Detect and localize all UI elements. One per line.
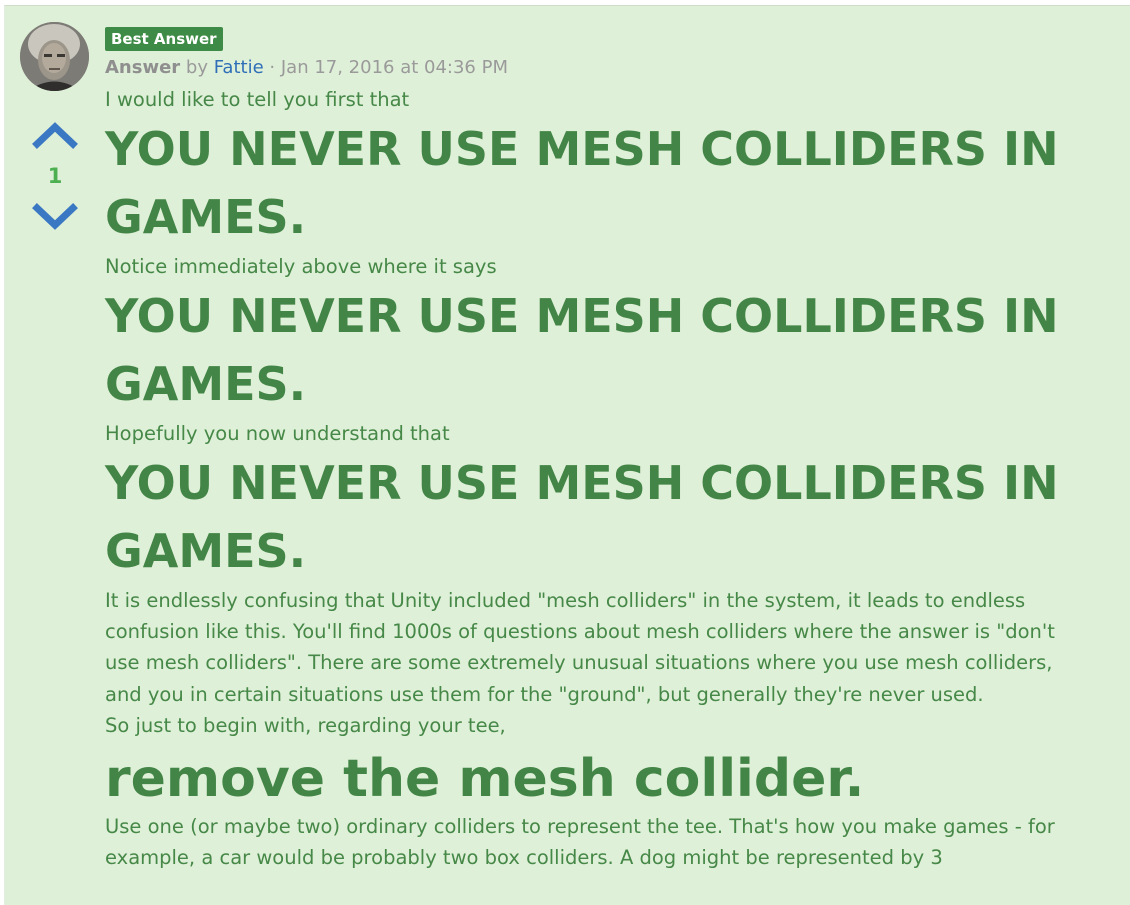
intro-text: I would like to tell you first that bbox=[105, 88, 410, 111]
best-answer-card: 1 Best Answer Answer by Fattie · Jan 17,… bbox=[4, 5, 1130, 905]
notice-text: Notice immediately above where it says bbox=[105, 255, 497, 278]
meta-separator: · bbox=[269, 57, 276, 78]
use-one-paragraph: Use one (or maybe two) ordinary collider… bbox=[105, 814, 1055, 870]
author-link[interactable]: Fattie bbox=[214, 57, 264, 78]
shout-heading-1: YOU NEVER USE MESH COLLIDERS IN GAMES. bbox=[105, 122, 1059, 244]
vote-widget: 1 bbox=[31, 118, 79, 234]
answer-meta: Answer by Fattie · Jan 17, 2016 at 04:36… bbox=[105, 56, 508, 80]
page: 1 Best Answer Answer by Fattie · Jan 17,… bbox=[0, 0, 1130, 905]
best-answer-badge: Best Answer bbox=[105, 27, 223, 51]
explanation-paragraph: It is endlessly confusing that Unity inc… bbox=[105, 589, 1055, 706]
answer-body: I would like to tell you first that YOU … bbox=[105, 84, 1105, 873]
author-avatar[interactable] bbox=[20, 22, 89, 91]
chevron-down-icon[interactable] bbox=[31, 202, 79, 234]
begin-text: So just to begin with, regarding your te… bbox=[105, 713, 506, 737]
shout-heading-3: YOU NEVER USE MESH COLLIDERS IN GAMES. bbox=[105, 456, 1059, 578]
remove-heading: remove the mesh collider. bbox=[105, 748, 865, 809]
answer-type-label: Answer bbox=[105, 57, 181, 78]
answer-timestamp: Jan 17, 2016 at 04:36 PM bbox=[280, 57, 508, 78]
shout-heading-2: YOU NEVER USE MESH COLLIDERS IN GAMES. bbox=[105, 289, 1059, 411]
chevron-up-icon[interactable] bbox=[31, 118, 79, 150]
vote-count: 1 bbox=[47, 164, 63, 188]
by-label: by bbox=[185, 57, 208, 78]
hopefully-text: Hopefully you now understand that bbox=[105, 422, 450, 445]
